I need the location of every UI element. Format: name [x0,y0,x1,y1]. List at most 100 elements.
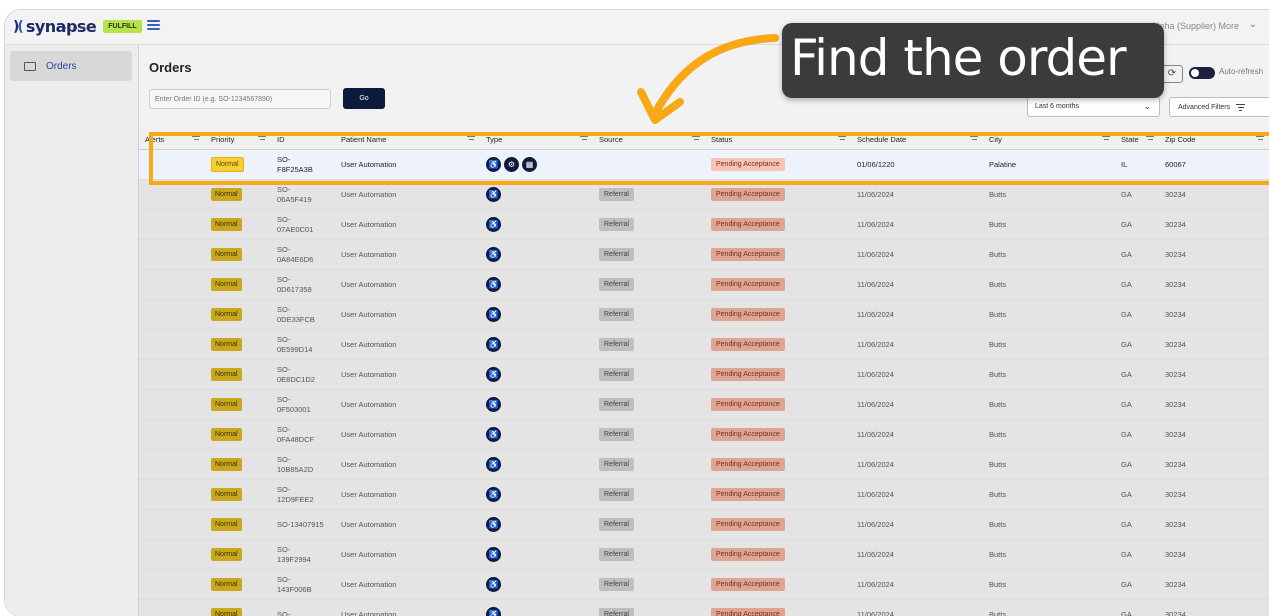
wheelchair-icon: ♿ [486,367,501,382]
column-menu-icon[interactable] [970,136,978,142]
status-badge: Pending Acceptance [711,158,785,171]
state: GA [1115,599,1159,616]
column-header[interactable]: Source [593,129,705,150]
order-id[interactable]: SO- [277,365,335,375]
auto-refresh-toggle[interactable] [1189,67,1215,79]
table-row[interactable]: Normal SO- 139F2994 User Automation ♿ Referra… [139,539,1269,570]
order-id-suffix[interactable]: 0DE33FCB [277,315,335,325]
page-title: Orders [149,60,192,75]
table-row[interactable]: Normal SO- 10B85A2D User Automation ♿ Referra… [139,449,1269,480]
column-menu-icon[interactable] [838,136,846,142]
table-row[interactable]: Normal SO- 0F503001 User Automation ♿ Referra… [139,389,1269,420]
schedule-date: 11/06/2024 [851,239,983,270]
order-id[interactable]: SO- [277,245,335,255]
table-row[interactable]: Normal SO- 0D617358 User Automation ♿ Referra… [139,269,1269,300]
table-row[interactable]: Normal SO- 0FA48DCF User Automation ♿ Referra… [139,419,1269,450]
wheelchair-icon: ♿ [486,427,501,442]
order-id-suffix[interactable]: 0E599D14 [277,345,335,355]
column-menu-icon[interactable] [1102,136,1110,142]
order-search-input[interactable] [149,89,331,109]
order-id[interactable]: SO- [277,335,335,345]
column-header[interactable]: Status [705,129,851,150]
column-header[interactable]: ID [271,129,335,150]
column-menu-icon[interactable] [258,136,266,142]
order-id-suffix[interactable]: 06A5F419 [277,195,335,205]
state: GA [1115,479,1159,510]
table-row[interactable]: Normal SO- 0E8DC1D2 User Automation ♿ Referra… [139,359,1269,390]
column-menu-icon[interactable] [192,136,200,142]
callout-text: Find the order [790,29,1127,87]
calendar-icon: ▦ [522,157,537,172]
order-id[interactable]: SO- [277,425,335,435]
table-row[interactable]: Normal SO- 0E599D14 User Automation ♿ Referra… [139,329,1269,360]
order-id-suffix[interactable]: 0D617358 [277,285,335,295]
order-id-suffix[interactable]: 0E8DC1D2 [277,375,335,385]
column-header[interactable]: State [1115,129,1159,150]
date-range-select[interactable]: Last 6 months ⌄ [1027,97,1160,117]
zip-code: 30234 [1159,569,1269,600]
column-header[interactable]: Priority [205,129,271,150]
order-id-suffix[interactable]: 0F503001 [277,405,335,415]
table-row[interactable]: Normal SO- 0DE33FCB User Automation ♿ Referra… [139,299,1269,330]
order-id-suffix[interactable]: 143F006B [277,585,335,595]
column-header[interactable]: Alerts [139,129,205,150]
column-menu-icon[interactable] [692,136,700,142]
schedule-date: 11/06/2024 [851,269,983,300]
column-menu-icon[interactable] [580,136,588,142]
order-id[interactable]: SO- [277,610,335,616]
column-header[interactable]: Schedule Date [851,129,983,150]
patient-name: User Automation [335,359,480,390]
menu-toggle-icon[interactable] [147,20,160,30]
alerts-cell [139,599,205,616]
table-row[interactable]: Normal SO- 0A84E6D6 User Automation ♿ Referra… [139,239,1269,270]
column-menu-icon[interactable] [1256,136,1264,142]
order-id[interactable]: SO-13407915 [277,520,335,530]
order-id-suffix[interactable]: F8F25A3B [277,165,335,175]
order-id-suffix[interactable]: 07AE0C01 [277,225,335,235]
order-id[interactable]: SO- [277,305,335,315]
status-badge: Pending Acceptance [711,458,785,471]
column-menu-icon[interactable] [467,136,475,142]
table-row[interactable]: Normal SO- 07AE0C01 User Automation ♿ Referra… [139,209,1269,240]
status-badge: Pending Acceptance [711,218,785,231]
order-id-suffix[interactable]: 12D9FEE2 [277,495,335,505]
refresh-icon[interactable]: ⟳ [1161,65,1183,83]
table-row[interactable]: Normal SO-13407915 User Automation ♿ Referra… [139,509,1269,540]
order-id[interactable]: SO- [277,395,335,405]
order-id[interactable]: SO- [277,455,335,465]
city: Butts [983,479,1115,510]
schedule-date: 11/06/2024 [851,479,983,510]
orders-table: Alerts Priority ID Patient Name Type Source St… [139,129,1269,616]
table-row-highlighted[interactable]: Normal SO- F8F25A3B User Automation ♿ ⚙ ▦ P… [139,149,1269,180]
column-header[interactable]: Zip Code [1159,129,1269,150]
wheelchair-icon: ♿ [486,487,501,502]
table-row[interactable]: Normal SO- 06A5F419 User Automation ♿ Referra… [139,179,1269,210]
column-header[interactable]: Patient Name [335,129,480,150]
order-id-suffix[interactable]: 0A84E6D6 [277,255,335,265]
order-id[interactable]: SO- [277,275,335,285]
order-id[interactable]: SO- [277,215,335,225]
chevron-down-icon[interactable]: ⌄ [1249,19,1257,30]
order-id-suffix[interactable]: 10B85A2D [277,465,335,475]
table-row[interactable]: Normal SO- 12D9FEE2 User Automation ♿ Referra… [139,479,1269,510]
alerts-cell [139,569,205,600]
order-id[interactable]: SO- [277,545,335,555]
order-id[interactable]: SO- [277,185,335,195]
order-id[interactable]: SO- [277,485,335,495]
order-id-suffix[interactable]: 139F2994 [277,555,335,565]
schedule-date: 11/06/2024 [851,449,983,480]
table-row[interactable]: Normal SO- 143F006B User Automation ♿ Referra… [139,569,1269,600]
column-header[interactable]: Type [480,129,593,150]
order-id-suffix[interactable]: 0FA48DCF [277,435,335,445]
table-row[interactable]: Normal SO- User Automation ♿ Referral Pending… [139,599,1269,616]
advanced-filters-button[interactable]: Advanced Filters [1169,97,1269,117]
go-button[interactable]: Go [343,88,385,109]
order-id[interactable]: SO- [277,155,335,165]
user-name[interactable]: Neha (Supplier) More [1153,21,1239,31]
column-header[interactable]: City [983,129,1115,150]
column-menu-icon[interactable] [1146,136,1154,142]
sidebar-item-orders[interactable]: Orders [10,51,132,81]
zip-code: 30234 [1159,269,1269,300]
schedule-date: 11/06/2024 [851,569,983,600]
order-id[interactable]: SO- [277,575,335,585]
